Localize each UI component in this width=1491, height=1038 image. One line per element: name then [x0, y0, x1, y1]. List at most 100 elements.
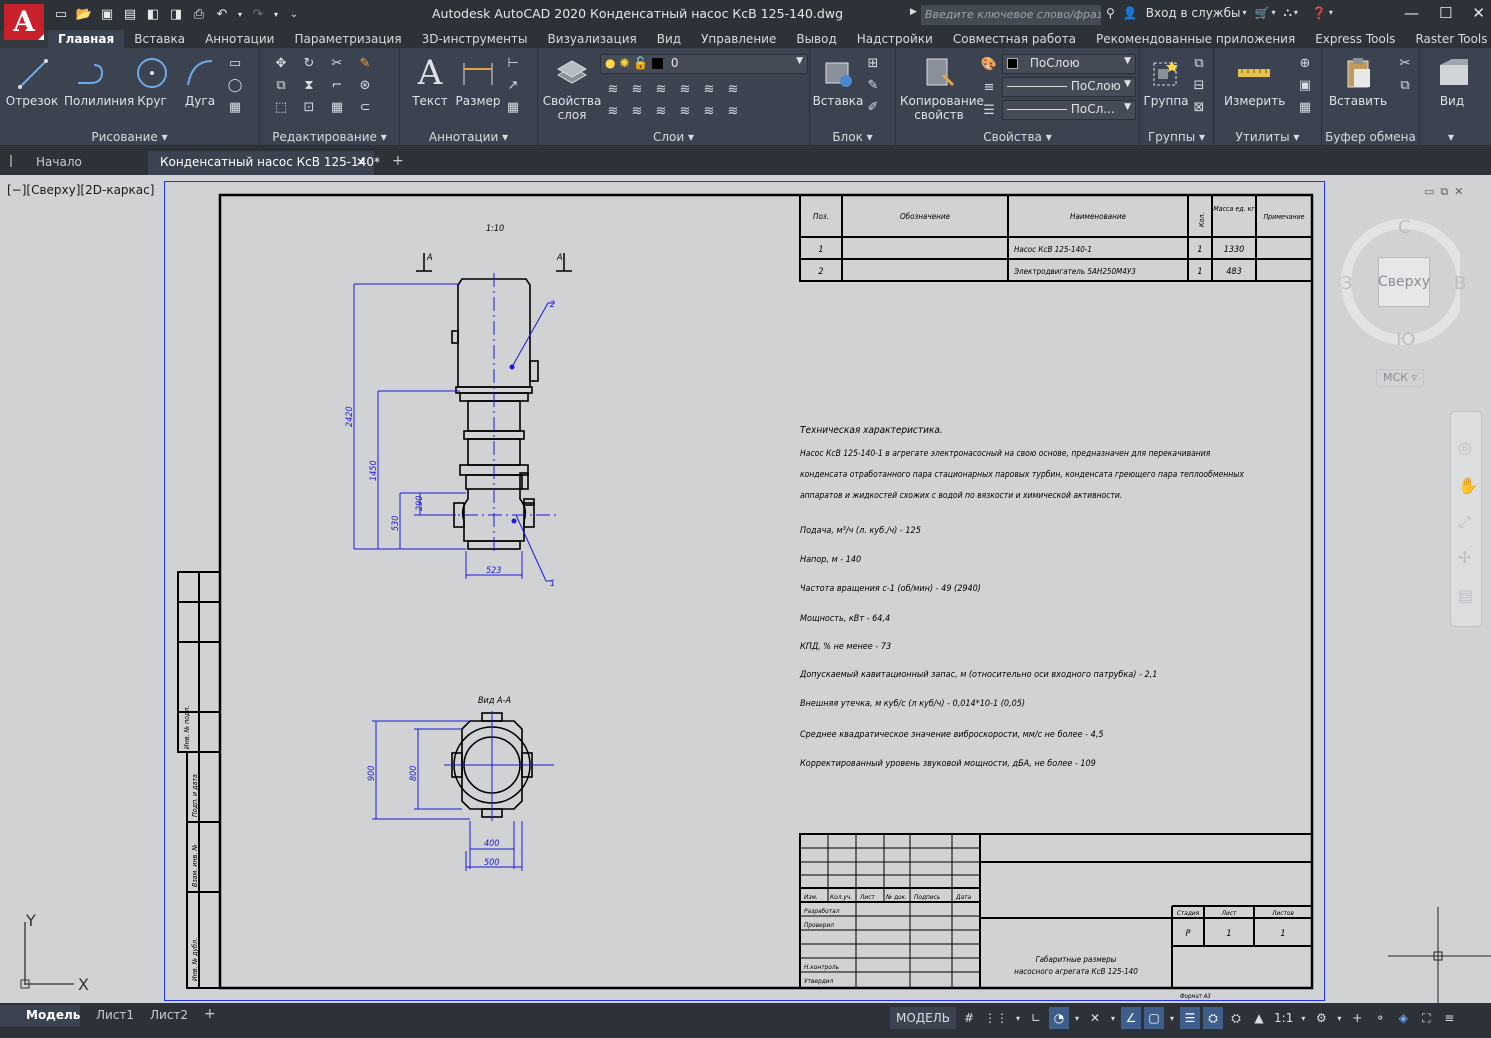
showmotion-icon[interactable]: ▤	[1458, 586, 1473, 605]
annotation-panel-title[interactable]: Аннотации ▾	[400, 130, 537, 144]
copy-icon[interactable]: ⧉	[272, 76, 290, 94]
object-snap-tracking-icon[interactable]: ∠	[1121, 1007, 1142, 1029]
graphics-performance-icon[interactable]: ◈	[1393, 1007, 1413, 1029]
search-input[interactable]: Введите ключевое слово/фразу	[921, 5, 1101, 25]
layout-tab-sheet2[interactable]: Лист2	[150, 1008, 188, 1022]
lineweight-icon[interactable]: ≡	[980, 78, 998, 96]
layout-tab-sheet1[interactable]: Лист1	[96, 1008, 134, 1022]
viewport-close-icon[interactable]: ✕	[1454, 185, 1463, 199]
viewcube-east[interactable]: В	[1454, 273, 1466, 294]
a360-dropdown-icon[interactable]: ▾	[1294, 8, 1298, 17]
close-window-button[interactable]: ✕	[1472, 4, 1485, 22]
layer-tool-11-icon[interactable]: ≋	[700, 102, 718, 120]
tab-visualize[interactable]: Визуализация	[537, 30, 646, 48]
drawing-sheet[interactable]: Инв. № подл. Подп. и дата Взам. инв. № И…	[164, 181, 1326, 1002]
layer-tool-3-icon[interactable]: ≋	[652, 80, 670, 98]
groups-panel-title[interactable]: Группы ▾	[1140, 130, 1213, 144]
steering-wheel-icon[interactable]: ◎	[1458, 438, 1472, 457]
web-save-icon[interactable]: ◨	[167, 4, 185, 24]
layers-panel-title[interactable]: Слои ▾	[538, 130, 809, 144]
linetype-icon[interactable]: ☰	[980, 101, 998, 119]
help-dropdown-icon[interactable]: ▾	[1329, 8, 1333, 17]
print-icon[interactable]: ⎙	[190, 4, 208, 24]
explode-icon[interactable]: ⊛	[356, 76, 374, 94]
utilities-panel-title[interactable]: Утилиты ▾	[1214, 130, 1321, 144]
ucs-dropdown[interactable]: МСК ▿	[1376, 369, 1424, 387]
layer-dropdown[interactable]: ● ✺ 🔓 0 ▼	[600, 54, 808, 74]
rectangle-icon[interactable]: ▭	[226, 54, 244, 72]
ellipse-icon[interactable]: ◯	[226, 76, 244, 94]
ungroup-icon[interactable]: ⧉	[1190, 54, 1208, 72]
layout-tab-model[interactable]: Модель	[0, 1005, 80, 1027]
rotate-icon[interactable]: ↻	[300, 54, 318, 72]
object-snap-dropdown-icon[interactable]: ▾	[1167, 1007, 1177, 1029]
tab-start[interactable]: Начало	[24, 151, 94, 175]
annotation-scale-icon[interactable]: ▲	[1249, 1007, 1269, 1029]
color-wheel-icon[interactable]: 🎨	[980, 55, 998, 73]
workspace-gear-icon[interactable]: ⚙	[1311, 1007, 1331, 1029]
app-menu-button[interactable]: A	[4, 4, 44, 40]
tab-annotate[interactable]: Аннотации	[195, 30, 284, 48]
close-tab-icon[interactable]: ✕	[356, 155, 366, 169]
insert-block-button[interactable]: Вставка	[810, 52, 866, 108]
isodraft-dropdown-icon[interactable]: ▾	[1108, 1007, 1118, 1029]
tab-collaborate[interactable]: Совместная работа	[943, 30, 1086, 48]
polar-dropdown-icon[interactable]: ▾	[1072, 1007, 1082, 1029]
open-folder-icon[interactable]: 📂	[75, 4, 93, 24]
create-block-icon[interactable]: ⊞	[864, 54, 882, 72]
hatch-icon[interactable]: ▦	[226, 98, 244, 116]
offset-icon[interactable]: ⊂	[356, 98, 374, 116]
cart-icon[interactable]: 🛒	[1255, 6, 1270, 20]
line-tool-button[interactable]: Отрезок	[4, 52, 60, 108]
leader-icon[interactable]: ↗	[504, 76, 522, 94]
arc-tool-button[interactable]: Дуга	[172, 52, 228, 108]
viewport-minimize-icon[interactable]: ▭	[1424, 185, 1434, 199]
stretch-icon[interactable]: ⬚	[272, 98, 290, 116]
signin-link[interactable]: Вход в службы	[1146, 6, 1241, 20]
web-open-icon[interactable]: ◧	[144, 4, 162, 24]
paste-button[interactable]: Вставить	[1328, 52, 1388, 108]
viewcube[interactable]: Сверху С Ю З В МСК ▿	[1340, 215, 1466, 395]
clipboard-panel-title[interactable]: Буфер обмена	[1322, 130, 1419, 144]
quick-select-icon[interactable]: ⊕	[1296, 54, 1314, 72]
new-tab-button[interactable]: +	[380, 151, 416, 175]
a360-icon[interactable]: ⛬	[1283, 5, 1291, 20]
signin-dropdown-icon[interactable]: ▾	[1242, 8, 1246, 17]
polyline-tool-button[interactable]: Полилиния	[64, 52, 134, 108]
move-icon[interactable]: ✥	[272, 54, 290, 72]
layer-tool-10-icon[interactable]: ≋	[676, 102, 694, 120]
clean-screen-icon[interactable]: ⛶	[1416, 1007, 1436, 1029]
user-icon[interactable]: 👤	[1123, 6, 1138, 20]
zoom-extents-icon[interactable]: ⤢	[1458, 512, 1471, 532]
viewport-controls-label[interactable]: [−][Сверху][2D-каркас]	[7, 183, 154, 197]
minimize-window-button[interactable]: —	[1404, 4, 1419, 22]
customization-menu-icon[interactable]: ≡	[1439, 1007, 1459, 1029]
array-icon[interactable]: ▦	[328, 98, 346, 116]
fillet-icon[interactable]: ⌐	[328, 76, 346, 94]
layer-tool-8-icon[interactable]: ≋	[628, 102, 646, 120]
layer-tool-7-icon[interactable]: ≋	[604, 102, 622, 120]
layer-tool-4-icon[interactable]: ≋	[676, 80, 694, 98]
match-properties-button[interactable]: Копирование свойств	[900, 52, 984, 122]
save-as-icon[interactable]: ▤	[121, 4, 139, 24]
tab-addins[interactable]: Надстройки	[847, 30, 943, 48]
snap-dropdown-icon[interactable]: ▾	[1013, 1007, 1023, 1029]
group-edit-icon[interactable]: ⊟	[1190, 76, 1208, 94]
cut-icon[interactable]: ✂	[1396, 54, 1414, 72]
viewcube-top-face[interactable]: Сверху	[1378, 257, 1430, 307]
redo-icon[interactable]: ↷	[249, 4, 267, 24]
scale-icon[interactable]: ⊡	[300, 98, 318, 116]
tab-document[interactable]: Конденсатный насос КсВ 125-140* ✕	[148, 151, 380, 175]
tab-menu-icon[interactable]	[10, 155, 22, 167]
view-button[interactable]: Вид	[1424, 52, 1480, 108]
layer-tool-6-icon[interactable]: ≋	[724, 80, 742, 98]
orbit-icon[interactable]: ✢	[1458, 548, 1471, 567]
viewport-restore-icon[interactable]: ⧉	[1440, 185, 1448, 199]
undo-dropdown-icon[interactable]: ▾	[236, 4, 244, 24]
calculator-icon[interactable]: ▦	[1296, 98, 1314, 116]
tab-insert[interactable]: Вставка	[124, 30, 195, 48]
add-icon[interactable]: +	[1347, 1007, 1367, 1029]
trim-icon[interactable]: ✂	[328, 54, 346, 72]
copy-clip-icon[interactable]: ⧉	[1396, 76, 1414, 94]
binoculars-icon[interactable]: ⚲	[1106, 6, 1115, 20]
